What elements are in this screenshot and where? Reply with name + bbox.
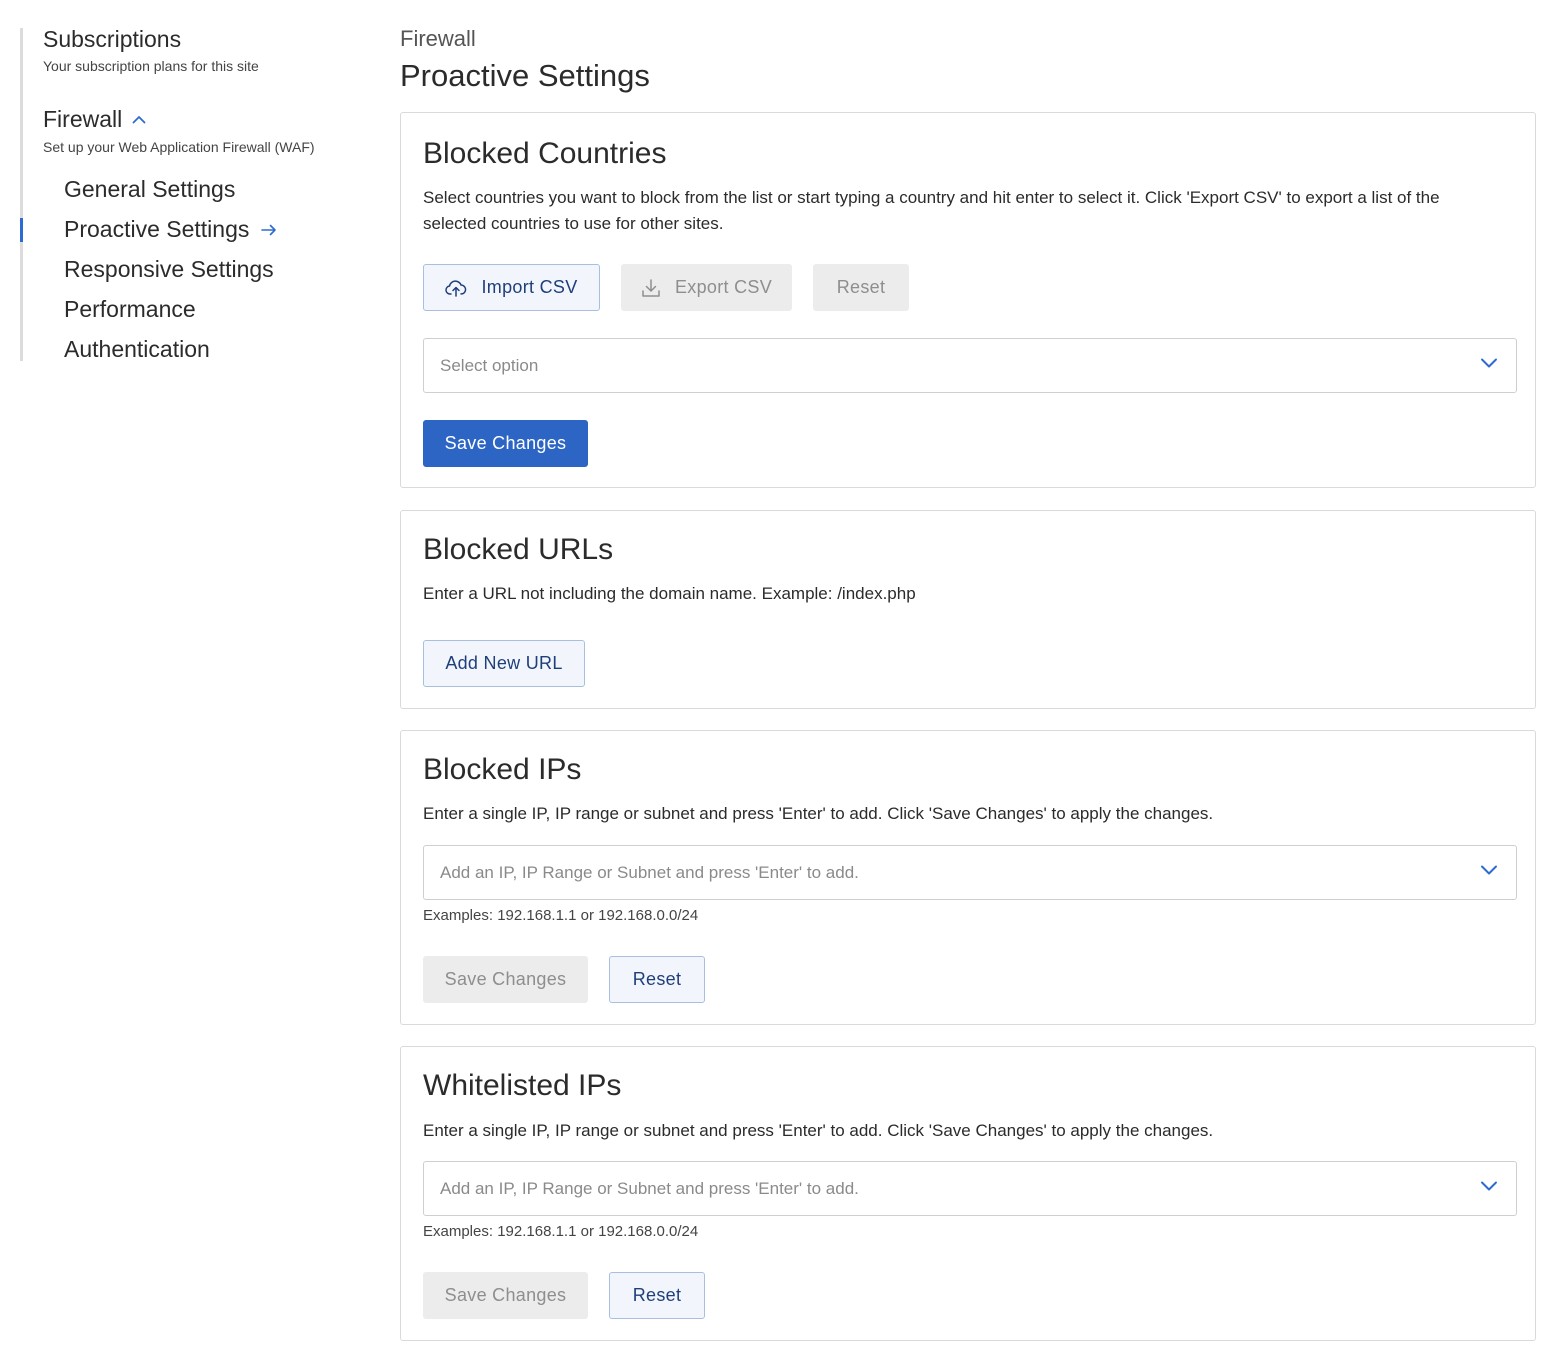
card-title: Whitelisted IPs <box>423 1069 622 1102</box>
chevron-down-icon <box>1480 357 1498 369</box>
input-placeholder: Add an IP, IP Range or Subnet and press … <box>440 862 859 882</box>
input-hint: Examples: 192.168.1.1 or 192.168.0.0/24 <box>423 907 699 924</box>
card-description: Enter a single IP, IP range or subnet an… <box>423 1121 1214 1140</box>
save-changes-button[interactable]: Save Changes <box>423 420 588 467</box>
sidebar-item-proactive-settings[interactable]: Proactive Settings <box>64 216 277 243</box>
sidebar-item-performance[interactable]: Performance <box>64 296 196 323</box>
input-hint: Examples: 192.168.1.1 or 192.168.0.0/24 <box>423 1223 699 1240</box>
chevron-down-icon <box>1480 1180 1498 1192</box>
card-title: Blocked Countries <box>423 137 667 170</box>
sidebar-firewall-subtitle: Set up your Web Application Firewall (WA… <box>43 139 315 155</box>
arrow-right-icon <box>261 224 277 236</box>
card-description: Enter a URL not including the domain nam… <box>423 584 916 603</box>
page-title: Proactive Settings <box>400 58 650 93</box>
cloud-upload-icon <box>445 279 467 297</box>
sidebar-item-label: Authentication <box>64 336 210 362</box>
sidebar-item-label: Responsive Settings <box>64 256 274 282</box>
blocked-countries-card: Blocked Countries Select countries you w… <box>400 112 1536 488</box>
card-title: Blocked IPs <box>423 753 582 786</box>
card-description: Select countries you want to block from … <box>423 188 1440 233</box>
export-csv-label: Export CSV <box>674 277 773 297</box>
blocked-urls-card: Blocked URLs Enter a URL not including t… <box>400 510 1536 709</box>
sidebar-item-label: Performance <box>64 296 196 322</box>
sidebar-item-label: General Settings <box>64 176 236 202</box>
sidebar-firewall-toggle[interactable]: Firewall <box>43 106 146 133</box>
country-select[interactable]: Select option <box>423 338 1517 393</box>
sidebar-nav: Subscriptions Your subscription plans fo… <box>20 26 360 363</box>
sidebar-subscriptions-title[interactable]: Subscriptions <box>43 26 181 53</box>
card-description: Enter a single IP, IP range or subnet an… <box>423 804 1214 823</box>
whitelisted-ip-input[interactable]: Add an IP, IP Range or Subnet and press … <box>423 1161 1517 1216</box>
blocked-ips-card: Blocked IPs Enter a single IP, IP range … <box>400 730 1536 1025</box>
chevron-up-icon <box>132 115 146 124</box>
import-csv-button[interactable]: Import CSV <box>423 264 600 311</box>
sidebar-item-general-settings[interactable]: General Settings <box>64 176 235 203</box>
chevron-down-icon <box>1480 864 1498 876</box>
save-changes-button[interactable]: Save Changes <box>423 956 588 1003</box>
import-csv-label: Import CSV <box>481 277 578 297</box>
breadcrumb: Firewall <box>400 26 476 51</box>
sidebar-item-authentication[interactable]: Authentication <box>64 336 210 363</box>
save-changes-button[interactable]: Save Changes <box>423 1272 588 1319</box>
reset-button[interactable]: Reset <box>813 264 909 311</box>
card-title: Blocked URLs <box>423 533 614 566</box>
whitelisted-ips-card: Whitelisted IPs Enter a single IP, IP ra… <box>400 1046 1536 1341</box>
sidebar-firewall-title: Firewall <box>43 106 123 132</box>
active-nav-indicator <box>20 218 23 242</box>
blocked-ip-input[interactable]: Add an IP, IP Range or Subnet and press … <box>423 845 1517 900</box>
reset-button[interactable]: Reset <box>609 1272 705 1319</box>
select-placeholder: Select option <box>440 355 539 375</box>
sidebar-item-responsive-settings[interactable]: Responsive Settings <box>64 256 274 283</box>
sidebar-item-label: Proactive Settings <box>64 216 250 242</box>
add-new-url-button[interactable]: Add New URL <box>423 640 585 687</box>
export-csv-button[interactable]: Export CSV <box>621 264 792 311</box>
sidebar-subscriptions-subtitle: Your subscription plans for this site <box>43 58 259 74</box>
input-placeholder: Add an IP, IP Range or Subnet and press … <box>440 1178 859 1198</box>
reset-button[interactable]: Reset <box>609 956 705 1003</box>
download-icon <box>641 278 661 298</box>
